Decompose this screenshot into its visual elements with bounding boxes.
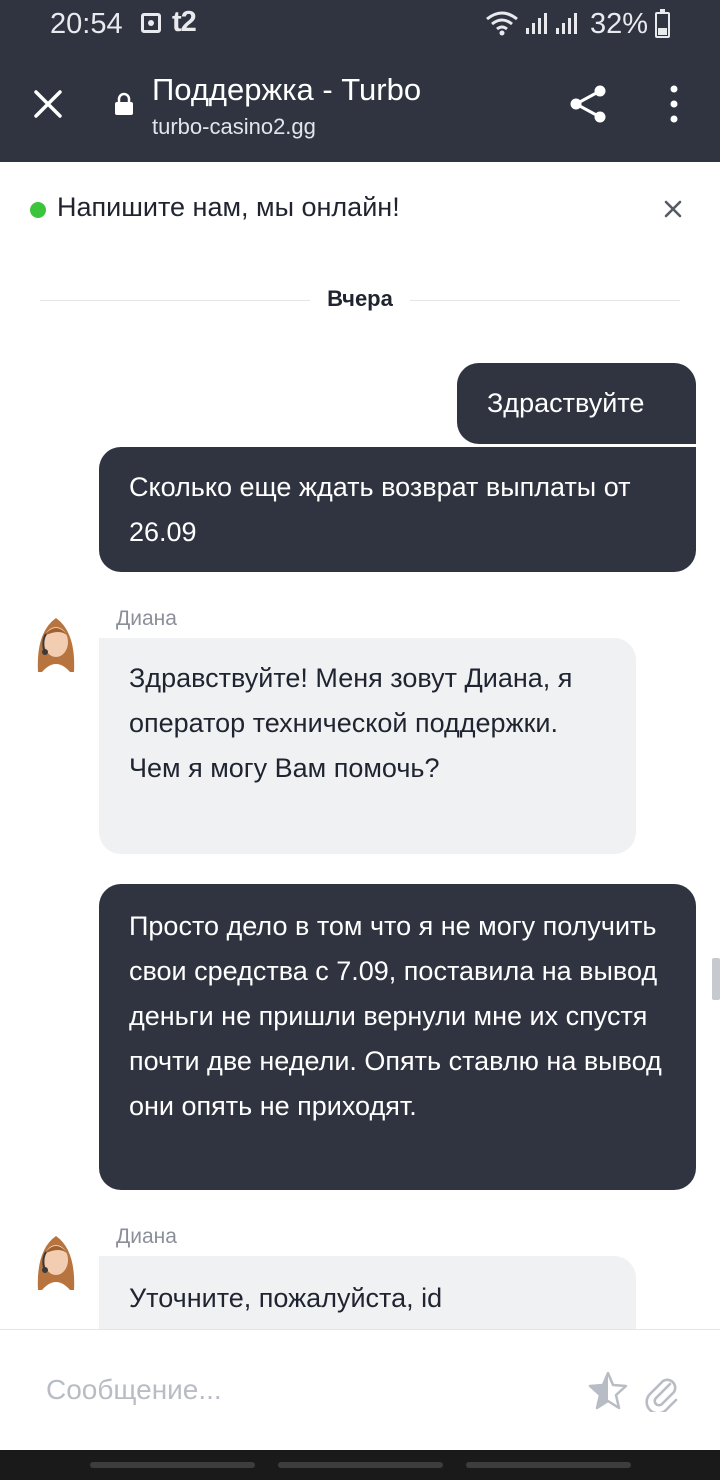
operator-avatar [37, 618, 75, 672]
operator-avatar [37, 1236, 75, 1290]
share-icon[interactable] [566, 82, 610, 126]
more-menu-icon[interactable] [664, 84, 684, 124]
online-banner-text: Напишите нам, мы онлайн! [57, 192, 400, 222]
browser-header: Поддержка - Turbo turbo-casino2.gg [0, 50, 720, 162]
notification-icon [141, 13, 161, 33]
carrier-icon: t2 [172, 6, 197, 38]
online-banner: Напишите нам, мы онлайн! [0, 162, 720, 262]
sender-name: Диана [116, 607, 177, 630]
outgoing-message[interactable]: Просто дело в том что я не могу получить… [99, 884, 696, 1190]
message-input[interactable]: Сообщение... [46, 1374, 222, 1406]
status-bar: 20:54 t2 32% [0, 0, 720, 50]
lock-icon [115, 92, 133, 115]
close-icon[interactable] [28, 84, 68, 124]
sender-name: Диана [116, 1225, 177, 1248]
system-nav-bar [0, 1450, 720, 1480]
signal-icon [526, 13, 577, 34]
incoming-message[interactable]: Здравствуйте! Меня зовут Диана, я операт… [99, 638, 636, 854]
status-time: 20:54 [50, 8, 123, 40]
page-url[interactable]: turbo-casino2.gg [152, 114, 316, 140]
battery-percent: 32% [590, 8, 649, 40]
outgoing-message[interactable]: Здраствуйте [457, 363, 696, 444]
scrollbar-thumb[interactable] [712, 958, 720, 1000]
close-banner-icon[interactable] [660, 196, 686, 222]
date-divider: Вчера [40, 286, 680, 316]
attach-icon[interactable] [640, 1370, 682, 1412]
rate-star-icon[interactable] [588, 1370, 628, 1410]
outgoing-message[interactable]: Сколько еще ждать возврат выплаты от 26.… [99, 447, 696, 572]
date-divider-label: Вчера [327, 286, 393, 311]
online-status-dot [30, 202, 46, 218]
message-composer: Сообщение... [0, 1329, 720, 1450]
page-title: Поддержка - Turbo [152, 72, 422, 107]
battery-icon [655, 9, 670, 38]
wifi-icon [486, 11, 518, 36]
